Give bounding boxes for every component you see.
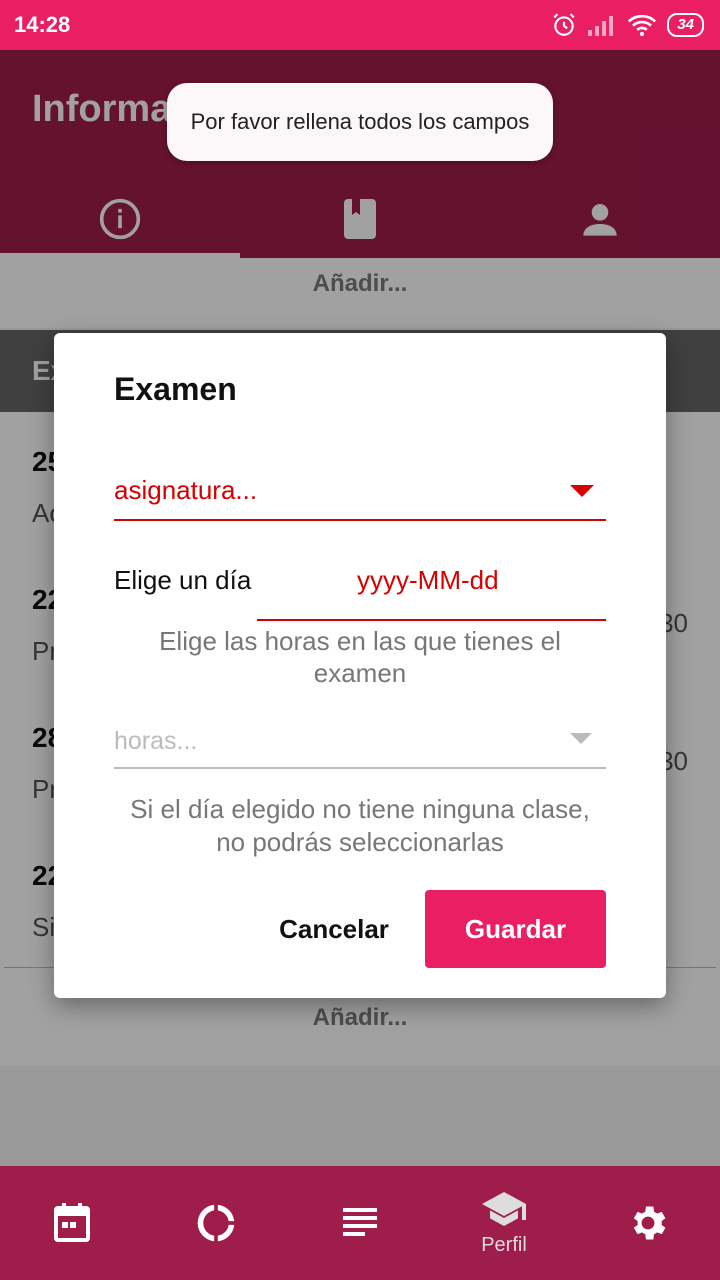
hours-placeholder: horas...	[114, 727, 198, 755]
signal-icon	[588, 16, 614, 36]
date-placeholder: yyyy-MM-dd	[357, 565, 499, 595]
battery-indicator: 34	[667, 13, 704, 37]
subject-placeholder: asignatura...	[114, 475, 258, 505]
wifi-icon	[628, 14, 657, 37]
status-bar: 14:28 34	[0, 0, 720, 50]
day-info-text: Si el día elegido no tiene ninguna clase…	[130, 794, 590, 857]
hours-info-text: Elige las horas en las que tienes el exa…	[159, 626, 561, 688]
hours-spinner[interactable]: horas...	[114, 713, 606, 769]
toast-message: Por favor rellena todos los campos	[167, 83, 553, 161]
date-label: Elige un día	[114, 565, 252, 595]
cancel-button[interactable]: Cancelar	[264, 890, 404, 968]
date-field[interactable]: yyyy-MM-dd	[257, 553, 606, 621]
nav-overlay	[0, 1166, 720, 1280]
dialog-title: Examen	[114, 371, 237, 407]
subject-spinner[interactable]: asignatura...	[114, 463, 606, 521]
alarm-icon	[553, 13, 575, 36]
exam-dialog: Examen asignatura... Elige un día yyyy-M…	[54, 333, 666, 998]
save-button[interactable]: Guardar	[425, 890, 606, 968]
status-time: 14:28	[14, 12, 71, 37]
dropdown-arrow-icon	[570, 733, 592, 744]
status-icons: 34	[551, 12, 704, 38]
dropdown-arrow-icon	[570, 485, 594, 497]
